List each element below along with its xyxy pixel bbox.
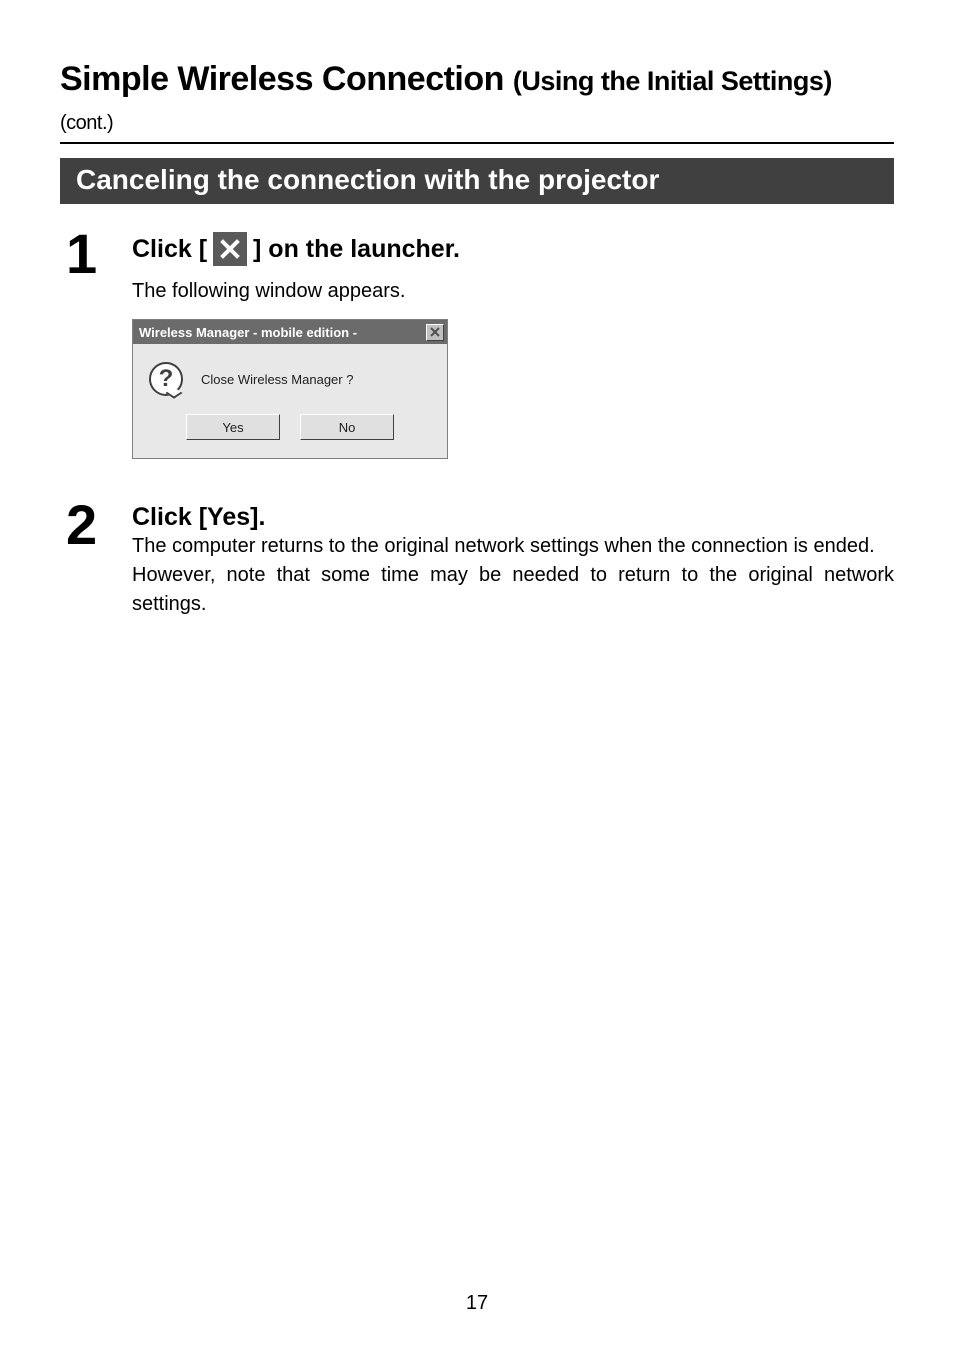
title-cont: (cont.): [60, 112, 113, 134]
page-number: 17: [0, 1292, 954, 1315]
dialog-button-row: Yes No: [133, 406, 447, 458]
step-1-instruction: Click [ ] on the launcher.: [132, 232, 894, 266]
step-2-instruction: Click [Yes].: [132, 503, 894, 532]
title-sub: (Using the Initial Settings): [513, 66, 832, 96]
step-2-text-1: The computer returns to the original net…: [132, 532, 894, 561]
step-2-text-2: However, note that some time may be need…: [132, 561, 894, 619]
step-1-subtext: The following window appears.: [132, 280, 894, 303]
step-number-2: 2: [60, 497, 132, 553]
section-heading: Canceling the connection with the projec…: [60, 158, 894, 204]
step-2: 2 Click [Yes]. The computer returns to t…: [60, 497, 894, 619]
step-1-instruction-suffix: ] on the launcher.: [253, 235, 460, 264]
title-underline: [60, 142, 894, 144]
step-1: 1 Click [ ] on the launcher. The followi…: [60, 226, 894, 459]
step-1-body: Click [ ] on the launcher. The following…: [132, 226, 894, 459]
dialog-titlebar: Wireless Manager - mobile edition -: [133, 320, 447, 344]
dialog-message: Close Wireless Manager ?: [201, 372, 353, 387]
dialog-title: Wireless Manager - mobile edition -: [139, 325, 357, 340]
dialog-body: ? Close Wireless Manager ?: [133, 344, 447, 406]
step-2-body: Click [Yes]. The computer returns to the…: [132, 497, 894, 619]
step-1-instruction-prefix: Click [: [132, 235, 207, 264]
dialog-close-button[interactable]: [426, 324, 444, 341]
close-icon: [430, 327, 440, 337]
close-x-icon: [213, 232, 247, 266]
no-button[interactable]: No: [300, 414, 394, 440]
close-x-icon-svg: [218, 237, 242, 261]
step-number-1: 1: [60, 226, 132, 282]
dialog-screenshot: Wireless Manager - mobile edition - ? Cl…: [132, 319, 448, 459]
title-main: Simple Wireless Connection: [60, 60, 504, 98]
yes-button[interactable]: Yes: [186, 414, 280, 440]
manual-page: Simple Wireless Connection (Using the In…: [0, 0, 954, 1355]
page-title: Simple Wireless Connection (Using the In…: [60, 60, 894, 138]
question-icon: ?: [149, 362, 183, 396]
